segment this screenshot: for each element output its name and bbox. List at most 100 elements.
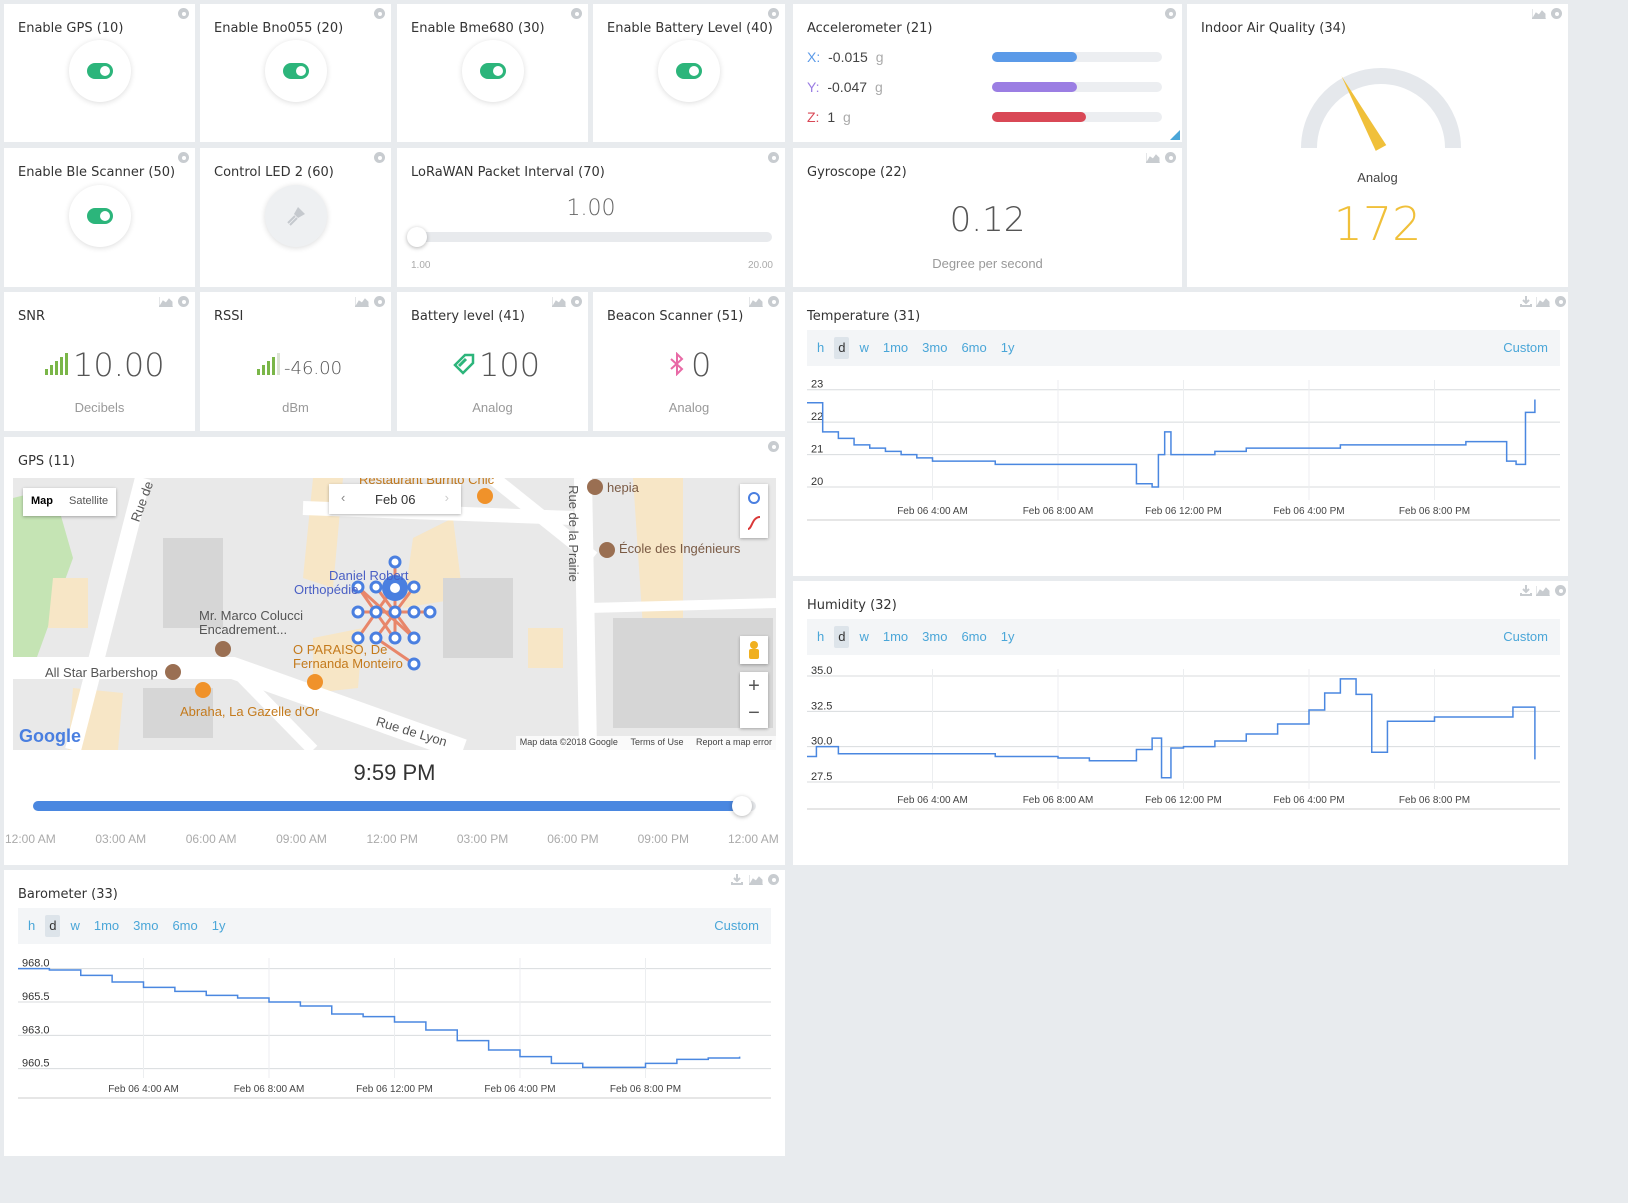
y-tick-label: 960.5 <box>22 1058 50 1070</box>
gear-icon[interactable] <box>768 441 779 452</box>
bno055-toggle[interactable] <box>265 40 327 102</box>
chart-icon[interactable] <box>355 297 369 307</box>
chart-icon[interactable] <box>1536 586 1550 596</box>
lorawan-slider[interactable] <box>407 227 772 247</box>
card-title: Control LED 2 (60) <box>214 165 334 180</box>
map-data-credit: Map data ©2018 Google <box>519 737 618 747</box>
report-link[interactable]: Report a map error <box>696 737 772 747</box>
chart-icon[interactable] <box>1536 297 1550 307</box>
gear-icon[interactable] <box>374 8 385 19</box>
gear-icon[interactable] <box>178 8 189 19</box>
tab-h[interactable]: h <box>24 915 39 937</box>
map-type-satellite[interactable]: Satellite <box>61 488 116 516</box>
tab-1y[interactable]: 1y <box>997 626 1019 648</box>
card-title: Enable Bno055 (20) <box>214 21 344 36</box>
gear-icon[interactable] <box>178 296 189 307</box>
series-line <box>18 967 741 1069</box>
gps-map[interactable]: Restaurant Burrito Chic hepia École des … <box>13 478 776 750</box>
download-icon[interactable] <box>1520 296 1532 307</box>
y-tick-label: 27.5 <box>811 771 832 783</box>
tab-1y[interactable]: 1y <box>997 337 1019 359</box>
chart-icon[interactable] <box>552 297 566 307</box>
chart-icon[interactable] <box>1532 9 1546 19</box>
tab-6mo[interactable]: 6mo <box>957 626 990 648</box>
terms-link[interactable]: Terms of Use <box>630 737 683 747</box>
tab-d[interactable]: d <box>834 337 850 359</box>
tab-h[interactable]: h <box>813 337 828 359</box>
download-icon[interactable] <box>1520 585 1532 596</box>
tab-custom[interactable]: Custom <box>1499 626 1552 648</box>
zoom-in-button[interactable]: + <box>740 672 768 700</box>
place-label: All Star Barbershop <box>45 665 158 680</box>
gear-icon[interactable] <box>768 296 779 307</box>
card-title: GPS (11) <box>18 454 75 469</box>
chart-icon[interactable] <box>749 875 763 885</box>
temperature-chart: 23 22 21 20 Feb 06 4:00 AM Feb 06 8:00 AM Feb … <box>807 379 1560 521</box>
slider-min: 1.00 <box>411 260 431 271</box>
gear-icon[interactable] <box>571 296 582 307</box>
chart-icon[interactable] <box>159 297 173 307</box>
chart-icon[interactable] <box>749 297 763 307</box>
gps-toggle[interactable] <box>69 40 131 102</box>
street-label: Rue de la Prairie <box>565 485 581 582</box>
tab-w[interactable]: w <box>855 337 872 359</box>
next-date-icon[interactable]: › <box>445 490 449 505</box>
chart-icon[interactable] <box>1146 153 1160 163</box>
tab-6mo[interactable]: 6mo <box>168 915 201 937</box>
tab-1y[interactable]: 1y <box>208 915 230 937</box>
tab-1mo[interactable]: 1mo <box>879 626 912 648</box>
path-tool-icon[interactable] <box>747 516 761 530</box>
bme680-toggle[interactable] <box>462 40 524 102</box>
gear-icon[interactable] <box>768 8 779 19</box>
gear-icon[interactable] <box>178 152 189 163</box>
gear-icon[interactable] <box>1165 8 1176 19</box>
street-view-button[interactable] <box>740 636 768 664</box>
gear-icon[interactable] <box>768 874 779 885</box>
tab-custom[interactable]: Custom <box>710 915 763 937</box>
tab-1mo[interactable]: 1mo <box>879 337 912 359</box>
date-picker: ‹ Feb 06 › <box>329 484 461 514</box>
tab-d[interactable]: d <box>834 626 850 648</box>
gear-icon[interactable] <box>571 8 582 19</box>
gear-icon[interactable] <box>1555 585 1566 596</box>
slider-handle[interactable] <box>407 227 427 247</box>
download-icon[interactable] <box>731 874 743 885</box>
map-type-map[interactable]: Map <box>23 488 61 516</box>
timeline-fill <box>33 801 742 811</box>
tab-3mo[interactable]: 3mo <box>918 626 951 648</box>
timeline-slider[interactable] <box>33 796 756 816</box>
tab-3mo[interactable]: 3mo <box>129 915 162 937</box>
tab-w[interactable]: w <box>66 915 83 937</box>
tab-w[interactable]: w <box>855 626 872 648</box>
card-title: Indoor Air Quality (34) <box>1201 21 1346 36</box>
gear-icon[interactable] <box>1555 296 1566 307</box>
ble-toggle[interactable] <box>69 185 131 247</box>
tab-6mo[interactable]: 6mo <box>957 337 990 359</box>
gear-icon[interactable] <box>374 296 385 307</box>
tab-custom[interactable]: Custom <box>1499 337 1552 359</box>
timeline-handle[interactable] <box>731 796 752 816</box>
timeline-label: 06:00 AM <box>185 832 237 846</box>
resize-handle-icon[interactable] <box>1170 130 1180 140</box>
gear-icon[interactable] <box>1165 152 1176 163</box>
led-button[interactable] <box>265 185 327 247</box>
zoom-out-button[interactable]: − <box>740 700 768 728</box>
card-title: Temperature (31) <box>807 309 921 324</box>
circle-tool-icon[interactable] <box>748 492 760 504</box>
gear-icon[interactable] <box>768 152 779 163</box>
axis-unit: g <box>843 109 851 125</box>
snr-value: 10.00 <box>73 346 165 384</box>
tab-1mo[interactable]: 1mo <box>90 915 123 937</box>
gear-icon[interactable] <box>1551 8 1562 19</box>
timeline-label: 03:00 PM <box>456 832 509 846</box>
card-title: Enable Battery Level (40) <box>607 21 773 36</box>
tab-3mo[interactable]: 3mo <box>918 337 951 359</box>
gear-icon[interactable] <box>374 152 385 163</box>
google-logo: Google <box>19 726 81 746</box>
tab-h[interactable]: h <box>813 626 828 648</box>
battery-toggle[interactable] <box>658 40 720 102</box>
tab-d[interactable]: d <box>45 915 61 937</box>
axis-unit: g <box>874 79 883 95</box>
timeline-time: 9:59 PM <box>353 760 436 785</box>
prev-date-icon[interactable]: ‹ <box>341 490 345 505</box>
